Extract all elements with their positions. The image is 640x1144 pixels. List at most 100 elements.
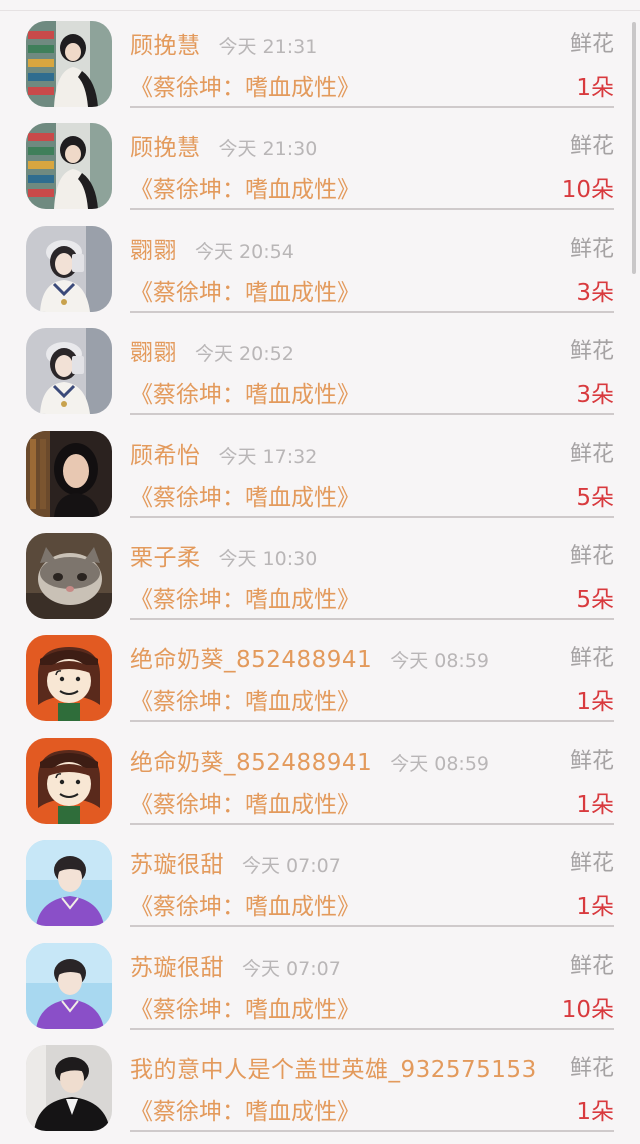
record-header: 我的意中人是个盖世英雄_932575153今天 23:3 bbox=[130, 1050, 544, 1086]
song-title[interactable]: 《蔡徐坤：嗜血成性》 bbox=[130, 990, 360, 1024]
gift-record-row[interactable]: 绝命奶葵_852488941 今天 08:59 鲜花 《蔡徐坤：嗜血成性》 1朵 bbox=[0, 735, 640, 837]
gift-record-row[interactable]: 苏璇很甜 今天 07:07 鲜花 《蔡徐坤：嗜血成性》 1朵 bbox=[0, 837, 640, 939]
song-title[interactable]: 《蔡徐坤：嗜血成性》 bbox=[130, 580, 360, 614]
timestamp: 今天 08:59 bbox=[390, 650, 489, 673]
gift-quantity: 1朵 bbox=[576, 791, 614, 818]
gift-type-label: 鲜花 bbox=[569, 134, 614, 160]
gift-type-label: 鲜花 bbox=[569, 1055, 614, 1081]
sender-name[interactable]: 绝命奶葵_852488941 bbox=[130, 750, 372, 776]
avatar[interactable] bbox=[26, 21, 112, 107]
gift-type-label: 鲜花 bbox=[569, 236, 614, 262]
gift-record-row[interactable]: 顾挽慧 今天 21:30 鲜花 《蔡徐坤：嗜血成性》 10朵 bbox=[0, 120, 640, 222]
sender-name[interactable]: 栗子柔 bbox=[130, 545, 201, 571]
record-info: 翾翾 今天 20:52 鲜花 《蔡徐坤：嗜血成性》 3朵 bbox=[130, 325, 614, 416]
song-title[interactable]: 《蔡徐坤：嗜血成性》 bbox=[130, 273, 360, 307]
gift-quantity: 5朵 bbox=[576, 484, 614, 511]
avatar[interactable] bbox=[26, 225, 112, 312]
gift-type-label: 鲜花 bbox=[569, 441, 614, 467]
record-info: 翾翾 今天 20:54 鲜花 《蔡徐坤：嗜血成性》 3朵 bbox=[130, 223, 614, 313]
sender-name[interactable]: 翾翾 bbox=[130, 238, 177, 264]
record-info: 顾希怡 今天 17:32 鲜花 《蔡徐坤：嗜血成性》 5朵 bbox=[130, 428, 614, 518]
gift-quantity: 5朵 bbox=[576, 586, 614, 613]
sender-name[interactable]: 我的意中人是个盖世英雄_932575153 bbox=[130, 1057, 537, 1083]
avatar[interactable] bbox=[26, 840, 112, 927]
gift-quantity: 1朵 bbox=[576, 689, 614, 716]
gift-record-row[interactable]: 苏璇很甜 今天 07:07 鲜花 《蔡徐坤：嗜血成性》 10朵 bbox=[0, 940, 640, 1042]
song-title[interactable]: 《蔡徐坤：嗜血成性》 bbox=[130, 682, 360, 716]
record-header: 翾翾 今天 20:54 bbox=[130, 231, 544, 267]
gift-quantity: 3朵 bbox=[576, 382, 614, 409]
gift-record-row[interactable]: 栗子柔 今天 10:30 鲜花 《蔡徐坤：嗜血成性》 5朵 bbox=[0, 530, 640, 632]
gift-record-row[interactable]: 顾希怡 今天 17:32 鲜花 《蔡徐坤：嗜血成性》 5朵 bbox=[0, 428, 640, 530]
timestamp: 今天 17:32 bbox=[218, 445, 318, 468]
avatar[interactable] bbox=[26, 737, 112, 824]
record-header: 栗子柔 今天 10:30 bbox=[130, 538, 544, 574]
gift-type-label: 鲜花 bbox=[569, 748, 614, 774]
gift-type-label: 鲜花 bbox=[569, 851, 614, 877]
record-header: 苏璇很甜 今天 07:07 bbox=[130, 948, 544, 984]
record-info: 栗子柔 今天 10:30 鲜花 《蔡徐坤：嗜血成性》 5朵 bbox=[130, 530, 614, 620]
scrollbar[interactable] bbox=[632, 22, 636, 274]
gift-record-row[interactable]: 翾翾 今天 20:52 鲜花 《蔡徐坤：嗜血成性》 3朵 bbox=[0, 325, 640, 427]
sender-name[interactable]: 绝命奶葵_852488941 bbox=[130, 647, 372, 673]
gift-type-label: 鲜花 bbox=[569, 953, 614, 979]
record-info: 我的意中人是个盖世英雄_932575153今天 23:3 鲜花 《蔡徐坤：嗜血成… bbox=[130, 1042, 614, 1132]
song-title[interactable]: 《蔡徐坤：嗜血成性》 bbox=[130, 887, 360, 921]
record-info: 绝命奶葵_852488941 今天 08:59 鲜花 《蔡徐坤：嗜血成性》 1朵 bbox=[130, 632, 614, 723]
gift-records-screen: 顾挽慧 今天 21:31 鲜花 《蔡徐坤：嗜血成性》 1朵 顾挽慧 今天 21:30… bbox=[0, 0, 640, 1144]
timestamp: 今天 07:07 bbox=[242, 957, 341, 980]
record-header: 绝命奶葵_852488941 今天 08:59 bbox=[130, 743, 544, 779]
timestamp: 今天 21:30 bbox=[218, 138, 318, 161]
timestamp: 今天 07:07 bbox=[242, 855, 341, 878]
sender-name[interactable]: 翾翾 bbox=[130, 340, 177, 366]
song-title[interactable]: 《蔡徐坤：嗜血成性》 bbox=[130, 68, 360, 102]
sender-name[interactable]: 顾希怡 bbox=[130, 443, 201, 469]
avatar[interactable] bbox=[26, 1044, 112, 1131]
song-title[interactable]: 《蔡徐坤：嗜血成性》 bbox=[130, 785, 360, 819]
gift-type-label: 鲜花 bbox=[569, 339, 614, 365]
record-info: 苏璇很甜 今天 07:07 鲜花 《蔡徐坤：嗜血成性》 10朵 bbox=[130, 940, 614, 1030]
gift-quantity: 1朵 bbox=[576, 1098, 614, 1125]
record-header: 顾希怡 今天 17:32 bbox=[130, 436, 544, 472]
record-header: 绝命奶葵_852488941 今天 08:59 bbox=[130, 640, 544, 676]
gift-record-row[interactable]: 绝命奶葵_852488941 今天 08:59 鲜花 《蔡徐坤：嗜血成性》 1朵 bbox=[0, 632, 640, 734]
timestamp: 今天 21:31 bbox=[218, 36, 318, 58]
song-title[interactable]: 《蔡徐坤：嗜血成性》 bbox=[130, 170, 360, 204]
song-title[interactable]: 《蔡徐坤：嗜血成性》 bbox=[130, 478, 360, 512]
record-info: 绝命奶葵_852488941 今天 08:59 鲜花 《蔡徐坤：嗜血成性》 1朵 bbox=[130, 735, 614, 825]
gift-type-label: 鲜花 bbox=[569, 646, 614, 672]
avatar[interactable] bbox=[26, 942, 112, 1029]
avatar[interactable] bbox=[26, 532, 112, 619]
timestamp: 今天 08:59 bbox=[390, 752, 489, 775]
gift-record-row[interactable]: 我的意中人是个盖世英雄_932575153今天 23:3 鲜花 《蔡徐坤：嗜血成… bbox=[0, 1042, 640, 1144]
timestamp: 今天 10:30 bbox=[218, 547, 318, 570]
sender-name[interactable]: 苏璇很甜 bbox=[130, 955, 224, 981]
gift-quantity: 1朵 bbox=[576, 75, 614, 101]
gift-quantity: 10朵 bbox=[561, 177, 614, 204]
timestamp: 今天 20:52 bbox=[195, 343, 294, 366]
record-info: 苏璇很甜 今天 07:07 鲜花 《蔡徐坤：嗜血成性》 1朵 bbox=[130, 837, 614, 928]
gift-record-list[interactable]: 顾挽慧 今天 21:31 鲜花 《蔡徐坤：嗜血成性》 1朵 顾挽慧 今天 21:30… bbox=[0, 18, 640, 1144]
sender-name[interactable]: 顾挽慧 bbox=[130, 33, 201, 59]
avatar[interactable] bbox=[26, 123, 112, 210]
timestamp: 今天 20:54 bbox=[195, 240, 294, 263]
gift-type-label: 鲜花 bbox=[569, 32, 614, 57]
gift-record-row[interactable]: 顾挽慧 今天 21:31 鲜花 《蔡徐坤：嗜血成性》 1朵 bbox=[0, 18, 640, 120]
avatar[interactable] bbox=[26, 635, 112, 722]
record-header: 翾翾 今天 20:52 bbox=[130, 333, 544, 369]
record-header: 顾挽慧 今天 21:31 bbox=[130, 26, 544, 62]
gift-quantity: 3朵 bbox=[576, 279, 614, 306]
record-info: 顾挽慧 今天 21:30 鲜花 《蔡徐坤：嗜血成性》 10朵 bbox=[130, 120, 614, 211]
song-title[interactable]: 《蔡徐坤：嗜血成性》 bbox=[130, 1092, 360, 1126]
avatar[interactable] bbox=[26, 430, 112, 517]
record-info: 顾挽慧 今天 21:31 鲜花 《蔡徐坤：嗜血成性》 1朵 bbox=[130, 18, 614, 108]
top-divider bbox=[0, 10, 640, 11]
avatar[interactable] bbox=[26, 328, 112, 415]
sender-name[interactable]: 顾挽慧 bbox=[130, 135, 201, 161]
gift-record-row[interactable]: 翾翾 今天 20:54 鲜花 《蔡徐坤：嗜血成性》 3朵 bbox=[0, 223, 640, 325]
gift-quantity: 10朵 bbox=[561, 996, 614, 1023]
record-header: 顾挽慧 今天 21:30 bbox=[130, 128, 544, 164]
song-title[interactable]: 《蔡徐坤：嗜血成性》 bbox=[130, 375, 360, 409]
sender-name[interactable]: 苏璇很甜 bbox=[130, 852, 224, 878]
gift-type-label: 鲜花 bbox=[569, 543, 614, 569]
